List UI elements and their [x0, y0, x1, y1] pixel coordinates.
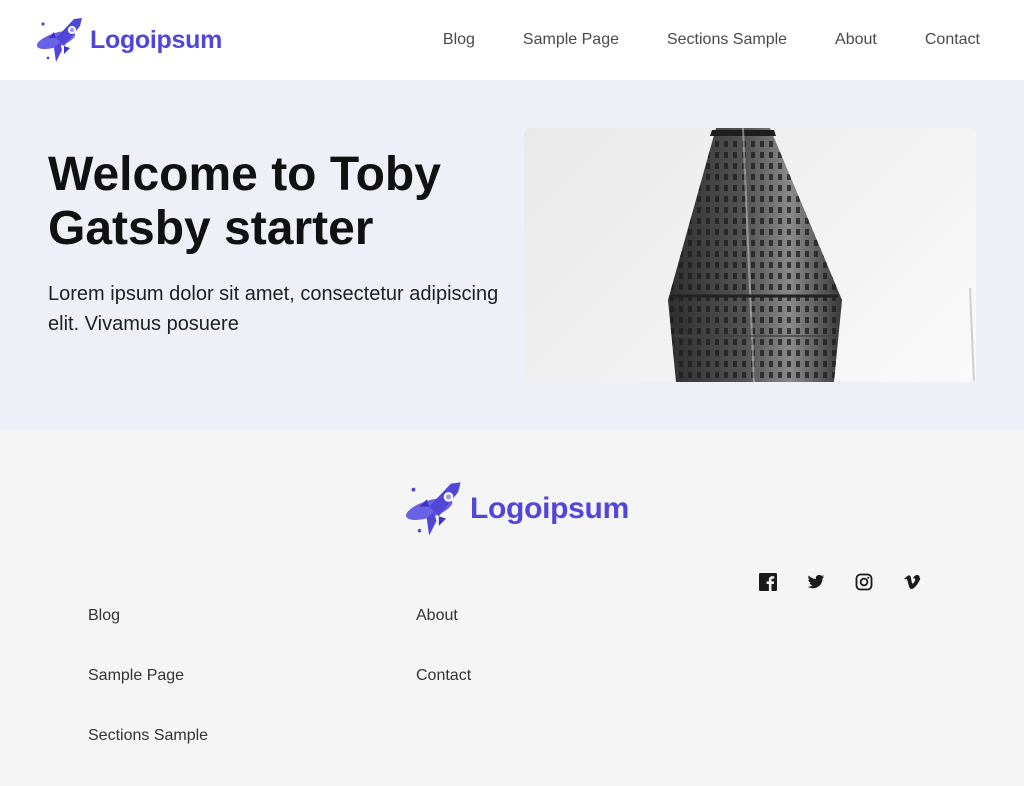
footer-logo[interactable]: Logoipsum [402, 480, 629, 538]
nav-item-contact[interactable]: Contact [925, 31, 980, 49]
vimeo-link[interactable] [903, 573, 921, 591]
footer-brand-name: Logoipsum [470, 492, 629, 525]
header-logo[interactable]: Logoipsum [34, 16, 222, 64]
instagram-icon [855, 573, 873, 591]
footer-link-about[interactable]: About [416, 606, 471, 626]
footer-column-2: About Contact [416, 606, 471, 726]
twitter-link[interactable] [807, 573, 825, 591]
hero-title: Welcome to Toby Gatsby starter [48, 148, 441, 255]
social-links [759, 573, 951, 591]
hero-text: Lorem ipsum dolor sit amet, consectetur … [48, 283, 499, 335]
footer-link-contact[interactable]: Contact [416, 666, 471, 686]
brand-name: Logoipsum [90, 25, 223, 54]
nav-item-sample-page[interactable]: Sample Page [523, 31, 619, 49]
hero-image [524, 128, 976, 382]
instagram-link[interactable] [855, 573, 873, 591]
nav-item-blog[interactable]: Blog [443, 31, 475, 49]
main-nav: Blog Sample Page Sections Sample About C… [395, 0, 980, 80]
facebook-link[interactable] [759, 573, 777, 591]
footer-link-sample-page[interactable]: Sample Page [88, 666, 208, 686]
rocket-logo-icon [36, 18, 82, 62]
nav-item-about[interactable]: About [835, 31, 877, 49]
footer-link-sections-sample[interactable]: Sections Sample [88, 726, 208, 746]
footer-link-blog[interactable]: Blog [88, 606, 208, 626]
twitter-icon [807, 574, 825, 589]
hero-section: Welcome to Toby Gatsby starter Lorem ips… [0, 80, 1024, 430]
site-header: Logoipsum Blog Sample Page Sections Samp… [0, 0, 1024, 80]
footer-column-1: Blog Sample Page Sections Sample [88, 606, 208, 786]
nav-item-sections-sample[interactable]: Sections Sample [667, 31, 787, 49]
vimeo-icon [904, 574, 921, 589]
facebook-icon [759, 573, 777, 591]
site-footer: Logoipsum Blog Sample Page Sections Samp… [0, 430, 1024, 768]
rocket-logo-icon [406, 482, 461, 536]
